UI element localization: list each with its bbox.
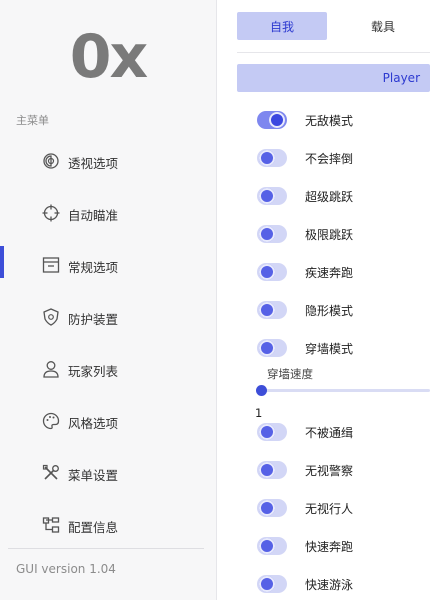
toggle-label: 极限跳跃: [305, 228, 354, 242]
crosshair-icon: [42, 204, 60, 222]
toggle-super-jump[interactable]: 超级跳跃: [257, 184, 427, 208]
toggle-knob: [259, 226, 275, 242]
sidebar-item-label: 菜单设置: [68, 468, 119, 483]
toggle-switch[interactable]: [257, 187, 287, 205]
sidebar-item-label: 风格选项: [68, 416, 119, 431]
toggle-knob: [259, 500, 275, 516]
sidebar-item-general[interactable]: 常规选项: [0, 245, 216, 285]
app-logo: 0x: [69, 22, 148, 92]
toggle-fast-run[interactable]: 快速奔跑: [257, 534, 427, 558]
toggle-switch[interactable]: [257, 225, 287, 243]
slider-value: 1: [255, 406, 263, 420]
toggle-fast-swim[interactable]: 快速游泳: [257, 572, 427, 596]
sidebar-item-label: 玩家列表: [68, 364, 119, 379]
toggle-knob: [259, 188, 275, 204]
sidebar-item-label: 自动瞄准: [68, 208, 119, 223]
toggle-label: 无敌模式: [305, 114, 354, 128]
sidebar-item-aimbot[interactable]: 自动瞄准: [0, 193, 216, 233]
toggle-knob: [259, 576, 275, 592]
section-title: Player: [382, 71, 420, 85]
toggle-label: 快速奔跑: [305, 540, 354, 554]
toggle-no-ragdoll[interactable]: 不会摔倒: [257, 146, 427, 170]
toggle-knob: [259, 424, 275, 440]
sidebar-item-protection[interactable]: 防护装置: [0, 297, 216, 337]
toggle-knob: [269, 112, 285, 128]
window-icon: [42, 257, 60, 273]
tab-vehicle[interactable]: 载具: [345, 12, 421, 40]
toggle-switch[interactable]: [257, 423, 287, 441]
slider-label: 穿墙速度: [267, 367, 313, 381]
toggle-label: 快速游泳: [305, 578, 354, 592]
toggle-label: 无视警察: [305, 464, 354, 478]
toggle-label: 不会摔倒: [305, 152, 354, 166]
section-header[interactable]: Player: [237, 64, 430, 92]
sidebar-item-label: 配置信息: [68, 520, 119, 535]
toggle-knob: [259, 302, 275, 318]
toggle-extreme-jump[interactable]: 极限跳跃: [257, 222, 427, 246]
slider-thumb[interactable]: [256, 385, 267, 396]
toggle-label: 超级跳跃: [305, 190, 354, 204]
toggle-knob: [259, 264, 275, 280]
structure-icon: [42, 517, 60, 533]
sidebar-item-config[interactable]: 配置信息: [0, 505, 216, 545]
toggle-label: 无视行人: [305, 502, 354, 516]
toggle-godmode[interactable]: 无敌模式: [257, 108, 427, 132]
sidebar: 0x 主菜单 透视选项 自动瞄准 常规选项 防护装置 玩家列表 风格选项 菜单设…: [0, 0, 217, 600]
toggle-invisible[interactable]: 隐形模式: [257, 298, 427, 322]
toggle-ignore-police[interactable]: 无视警察: [257, 458, 427, 482]
toggle-noclip[interactable]: 穿墙模式: [257, 336, 427, 360]
toggle-switch[interactable]: [257, 499, 287, 517]
tab-self[interactable]: 自我: [237, 12, 327, 40]
toggle-switch[interactable]: [257, 461, 287, 479]
tab-divider: [237, 52, 430, 53]
sidebar-item-esp[interactable]: 透视选项: [0, 141, 216, 181]
menu-title: 主菜单: [16, 114, 49, 127]
user-icon: [43, 361, 59, 378]
toggle-switch[interactable]: [257, 339, 287, 357]
toggle-switch[interactable]: [257, 575, 287, 593]
toggle-label: 穿墙模式: [305, 342, 354, 356]
toggle-label: 疾速奔跑: [305, 266, 354, 280]
sidebar-item-style[interactable]: 风格选项: [0, 401, 216, 441]
toggle-knob: [259, 462, 275, 478]
shield-icon: [43, 308, 59, 326]
sidebar-item-menu-settings[interactable]: 菜单设置: [0, 453, 216, 493]
toggle-sprint[interactable]: 疾速奔跑: [257, 260, 427, 284]
main-panel: 自我 载具 Player 无敌模式 不会摔倒 超级跳跃 极限跳跃 疾速奔跑 隐形…: [217, 0, 430, 600]
tools-icon: [42, 464, 59, 480]
sidebar-item-label: 透视选项: [68, 156, 119, 171]
toggle-knob: [259, 150, 275, 166]
toggle-label: 隐形模式: [305, 304, 354, 318]
toggle-switch[interactable]: [257, 149, 287, 167]
toggle-knob: [259, 538, 275, 554]
toggle-switch[interactable]: [257, 111, 287, 129]
toggle-switch[interactable]: [257, 263, 287, 281]
toggle-never-wanted[interactable]: 不被通缉: [257, 420, 427, 444]
sidebar-divider: [8, 548, 204, 549]
palette-icon: [42, 412, 60, 430]
toggle-ignore-peds[interactable]: 无视行人: [257, 496, 427, 520]
toggle-switch[interactable]: [257, 301, 287, 319]
version-text: GUI version 1.04: [16, 562, 116, 576]
sidebar-item-players[interactable]: 玩家列表: [0, 349, 216, 389]
toggle-switch[interactable]: [257, 537, 287, 555]
sidebar-item-label: 防护装置: [68, 312, 119, 327]
eye-icon: [43, 153, 59, 169]
toggle-knob: [259, 340, 275, 356]
toggle-label: 不被通缉: [305, 426, 354, 440]
sidebar-item-label: 常规选项: [68, 260, 119, 275]
noclip-speed-slider[interactable]: [256, 385, 430, 396]
